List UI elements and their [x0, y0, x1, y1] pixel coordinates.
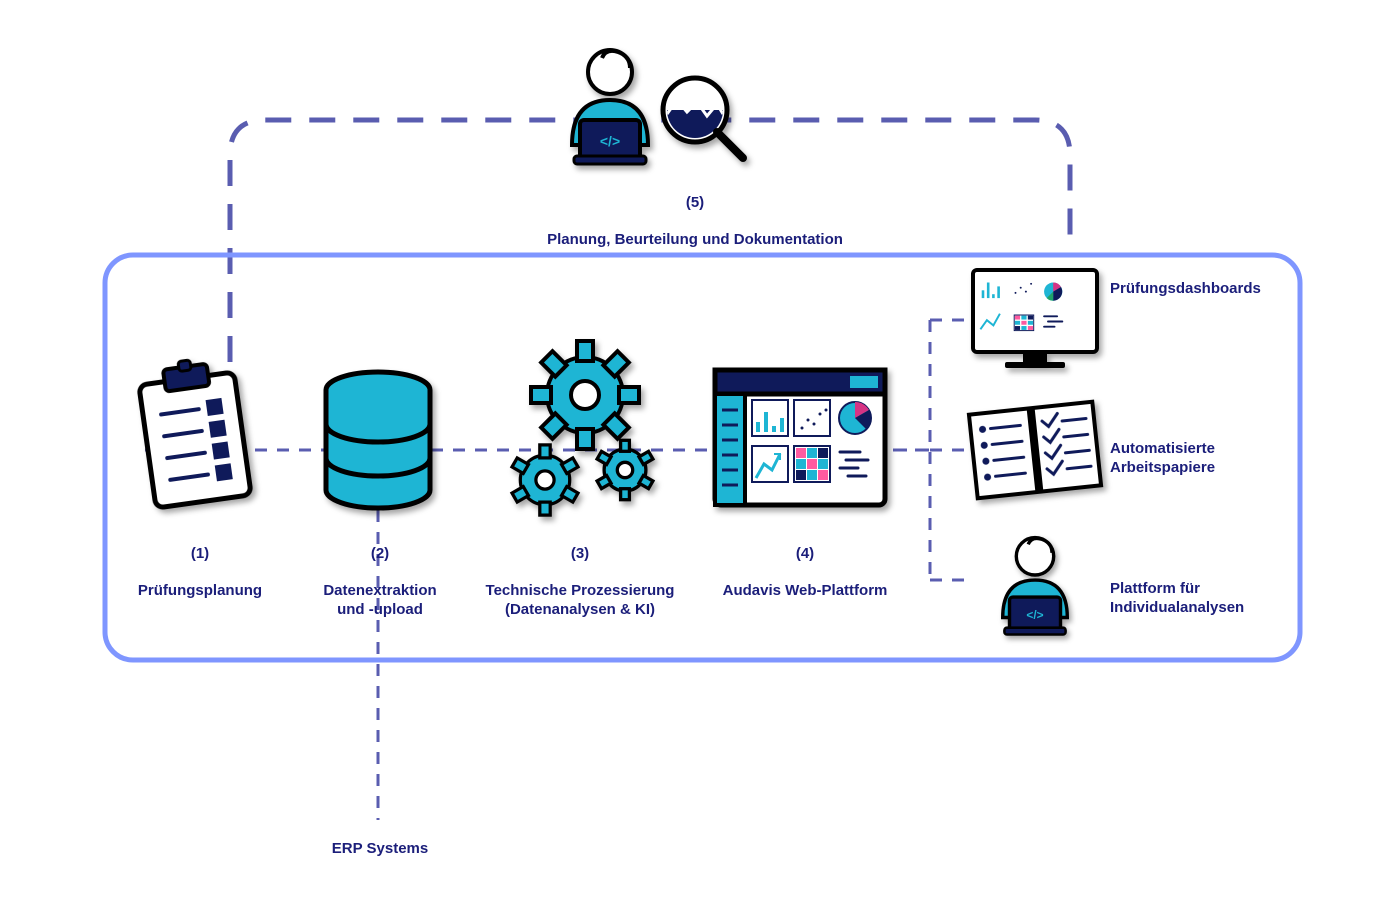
- output-papers-icon: [969, 402, 1101, 499]
- svg-text:</>: </>: [600, 133, 620, 149]
- step3-num: (3): [571, 545, 589, 562]
- step5-title: Planung, Beurteilung und Dokumentation: [547, 231, 843, 248]
- step3-title: Technische Prozessierung (Datenanalysen …: [486, 582, 675, 618]
- step4-num: (4): [796, 545, 814, 562]
- step1-num: (1): [191, 545, 209, 562]
- output-dashboards-label: Prüfungsdashboards: [1110, 280, 1290, 299]
- output-individual-icon: </>: [1003, 538, 1068, 635]
- output-branches: [895, 320, 965, 580]
- step2-num: (2): [371, 545, 389, 562]
- step4-title: Audavis Web-Plattform: [723, 582, 888, 599]
- output-dashboard-icon: [973, 270, 1097, 368]
- person-icon: </>: [572, 50, 648, 164]
- platform-icon: [715, 370, 885, 505]
- svg-text:</>: </>: [1026, 608, 1043, 622]
- step2-title: Datenextraktion und -upload: [323, 582, 436, 618]
- database-icon: [326, 372, 430, 508]
- clipboard-icon: [136, 354, 251, 508]
- step1-title: Prüfungsplanung: [138, 582, 262, 599]
- step5-num: (5): [686, 194, 704, 211]
- gears-icon: [512, 341, 653, 515]
- output-papers-label: Automatisierte Arbeitspapiere: [1110, 440, 1290, 478]
- step5-icon: </>: [572, 50, 743, 164]
- erp-label: ERP Systems: [300, 840, 460, 859]
- output-individual-label: Plattform für Individualanalysen: [1110, 580, 1290, 618]
